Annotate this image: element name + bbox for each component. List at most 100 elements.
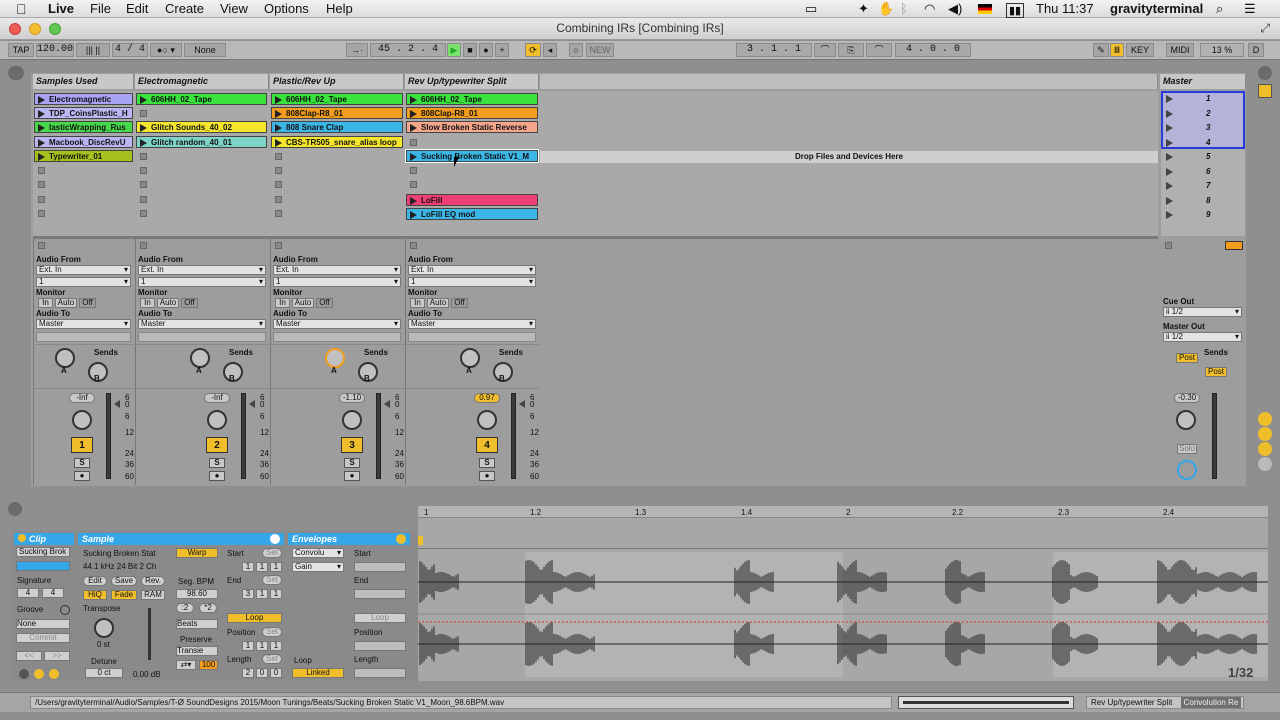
play-icon[interactable]: ▶	[447, 43, 461, 57]
start-set-button[interactable]: Set	[262, 548, 282, 558]
groove-hot-swap-icon[interactable]	[60, 605, 70, 615]
empty-slot[interactable]	[38, 167, 45, 174]
scene-launch-8[interactable]: 8	[1162, 195, 1244, 207]
key-map-button[interactable]: KEY	[1126, 43, 1154, 57]
clip-slot[interactable]: LoFill EQ mod	[406, 208, 538, 220]
scroll-up-icon[interactable]	[1258, 66, 1272, 80]
draw-mode-icon[interactable]: ✎	[1093, 43, 1109, 57]
scene-launch-5[interactable]: 5	[1162, 151, 1244, 163]
env-position-field[interactable]	[354, 641, 406, 651]
sends-toggle-icon[interactable]	[1258, 427, 1272, 441]
env-start-field[interactable]	[354, 562, 406, 572]
clip-next-button[interactable]: >>	[44, 651, 70, 661]
track-volume-field[interactable]: 0.97	[474, 393, 500, 403]
start-beat[interactable]: 1	[256, 562, 268, 572]
gain-slider[interactable]	[148, 608, 151, 660]
audio-to-select[interactable]: Master	[36, 319, 131, 329]
clip-slot[interactable]: Electromagnetic	[34, 93, 133, 105]
master-header[interactable]: Master	[1160, 74, 1246, 89]
metronome-button[interactable]: ●○ ▾	[150, 43, 182, 57]
session-record-icon[interactable]: ○	[569, 43, 583, 57]
send-a-knob[interactable]	[55, 348, 75, 368]
detune-field[interactable]: 0 ct	[85, 668, 123, 678]
monitor-off-button[interactable]: Off	[316, 298, 333, 308]
solo-button[interactable]: S	[479, 458, 495, 468]
flag-icon[interactable]	[978, 4, 992, 14]
empty-slot[interactable]	[140, 181, 147, 188]
stop-icon[interactable]: ■	[463, 43, 477, 57]
track-volume-field[interactable]: -Inf	[204, 393, 230, 403]
cue-volume-knob[interactable]	[1177, 460, 1197, 480]
dropbox-icon[interactable]: ✦	[858, 1, 869, 17]
clip-slot[interactable]: 606HH_02_Tape	[406, 93, 538, 105]
envelope-device-select[interactable]: Convolu	[292, 548, 344, 558]
sig-numerator[interactable]: 4	[17, 588, 39, 598]
scene-launch-4[interactable]: 4	[1162, 137, 1244, 149]
status-device[interactable]: Convolution Re	[1180, 697, 1242, 708]
end-sixteenth[interactable]: 1	[270, 589, 282, 599]
track-activator-button[interactable]: 2	[206, 437, 228, 453]
clip-option-b-icon[interactable]	[34, 669, 44, 679]
menu-view[interactable]: View	[220, 1, 248, 16]
clip-color-select[interactable]	[16, 561, 70, 571]
scene-launch-7[interactable]: 7	[1162, 180, 1244, 192]
arm-button[interactable]: ●	[209, 471, 225, 481]
solo-button[interactable]: S	[74, 458, 90, 468]
menu-create[interactable]: Create	[165, 1, 204, 16]
punch-in-icon[interactable]: ⌒	[814, 43, 836, 57]
clip-slot[interactable]: TDP_CoinsPlastic_H	[34, 107, 133, 119]
fullscreen-icon[interactable]: ⤢	[1260, 21, 1270, 36]
empty-slot[interactable]	[140, 210, 147, 217]
ram-button[interactable]: RAM	[141, 590, 165, 600]
monitor-auto-button[interactable]: Auto	[292, 298, 314, 308]
menu-file[interactable]: File	[90, 1, 111, 16]
monitor-auto-button[interactable]: Auto	[55, 298, 77, 308]
solo-button[interactable]: Solo	[1177, 444, 1197, 454]
post-button-b[interactable]: Post	[1205, 367, 1227, 377]
session-view-icon[interactable]	[1258, 84, 1272, 98]
menu-help[interactable]: Help	[326, 1, 353, 16]
clock[interactable]: Thu 11:37	[1036, 1, 1094, 16]
follow-icon[interactable]: →·	[346, 43, 368, 57]
track-activator-button[interactable]: 4	[476, 437, 498, 453]
detail-toggle-icon[interactable]	[8, 502, 22, 516]
mixer-toggle-icon[interactable]	[1258, 457, 1272, 471]
env-loop-button[interactable]: Loop	[354, 613, 406, 623]
scene-launch-6[interactable]: 6	[1162, 166, 1244, 178]
cue-out-select[interactable]: ii 1/2	[1163, 307, 1242, 317]
clip-option-a-icon[interactable]	[19, 669, 29, 679]
volume-fader-icon[interactable]	[249, 400, 255, 408]
clip-slot[interactable]: 606HH_02_Tape	[136, 93, 267, 105]
nudge-buttons[interactable]: ||| ||	[76, 43, 110, 57]
tempo-field[interactable]: 120.00	[36, 43, 74, 57]
send-a-knob[interactable]	[325, 348, 345, 368]
track-header-1[interactable]: Samples Used	[33, 74, 134, 89]
empty-slot[interactable]	[38, 210, 45, 217]
pan-knob[interactable]	[72, 410, 92, 430]
monitor-auto-button[interactable]: Auto	[157, 298, 179, 308]
clip-slot[interactable]: CBS-TR505_snare_alias loop	[271, 136, 403, 148]
monitor-in-button[interactable]: In	[38, 298, 53, 308]
monitor-off-button[interactable]: Off	[79, 298, 96, 308]
clip-slot[interactable]: 808Clap-R8_01	[406, 107, 538, 119]
track-header-4[interactable]: Rev Up/typewriter Split	[405, 74, 539, 89]
signature-field[interactable]: 4 / 4	[112, 43, 148, 57]
input-channel-select[interactable]: 1	[273, 277, 401, 287]
position-beat[interactable]: 1	[256, 641, 268, 651]
empty-slot[interactable]	[140, 110, 147, 117]
monitor-in-button[interactable]: In	[275, 298, 290, 308]
monitor-in-button[interactable]: In	[140, 298, 155, 308]
track-activator-button[interactable]: 3	[341, 437, 363, 453]
midi-map-button[interactable]: MIDI	[1166, 43, 1194, 57]
empty-slot[interactable]	[275, 181, 282, 188]
audio-to-select[interactable]: Master	[408, 319, 536, 329]
menu-app[interactable]: Live	[48, 1, 74, 16]
clip-slot[interactable]: Slow Broken Static Reverse	[406, 121, 538, 133]
empty-slot[interactable]	[410, 181, 417, 188]
length-beat[interactable]: 0	[256, 668, 268, 678]
scene-launch-9[interactable]: 9	[1162, 209, 1244, 221]
audio-to-select[interactable]: Master	[273, 319, 401, 329]
back-to-arrangement-icon[interactable]: ◂	[543, 43, 557, 57]
track-volume-field[interactable]: -Inf	[69, 393, 95, 403]
warp-mode-select[interactable]: Beats	[176, 619, 218, 629]
